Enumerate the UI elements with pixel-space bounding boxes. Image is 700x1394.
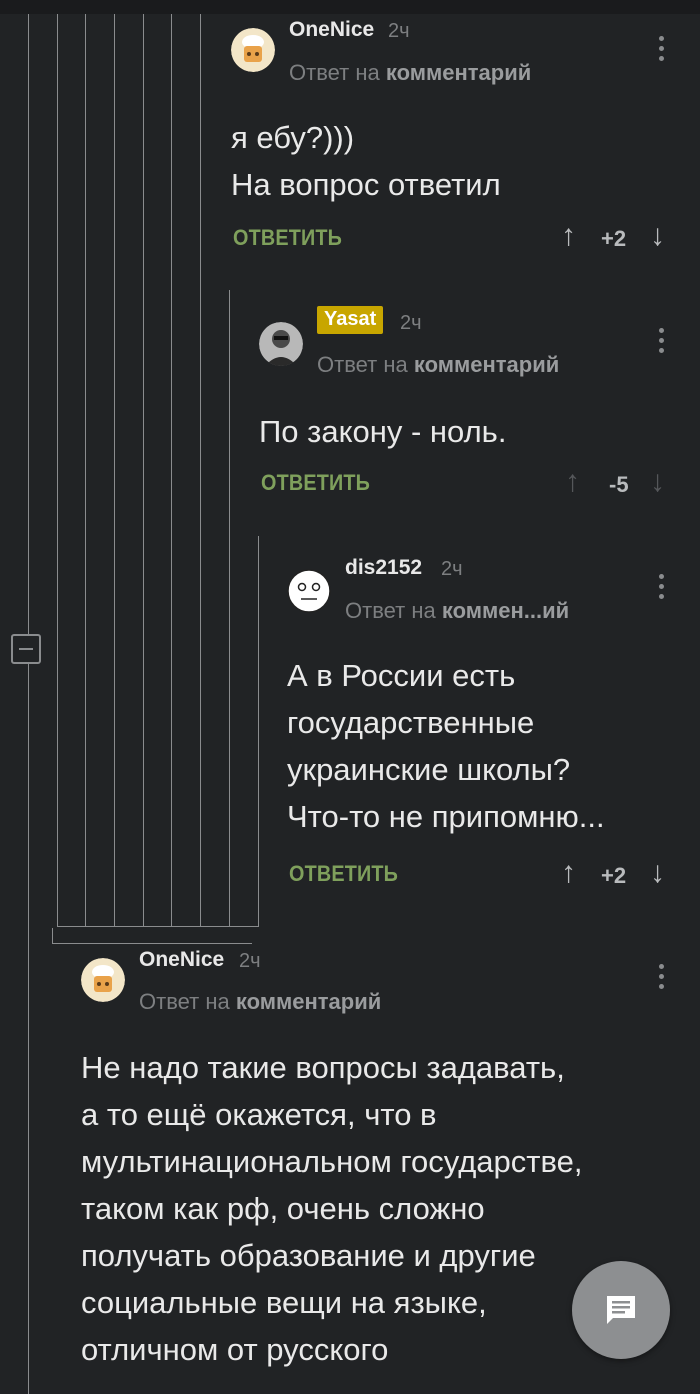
username[interactable]: dis2152 — [345, 556, 422, 580]
more-vertical-icon[interactable] — [658, 574, 664, 602]
comment-icon — [607, 1296, 635, 1324]
comment-time: 2ч — [388, 20, 410, 42]
reply-to-link[interactable]: Ответ на коммен...ий — [345, 598, 569, 624]
arrow-down-icon[interactable]: ↓ — [650, 858, 665, 888]
portrait-avatar[interactable] — [259, 322, 303, 366]
reply-button[interactable]: ОТВЕТИТЬ — [233, 225, 342, 251]
comment: dis2152 2ч Ответ на коммен...ий А в Росс… — [287, 536, 691, 906]
comment-text: я ебу?))) На вопрос ответил — [231, 120, 501, 202]
rating: +2 — [601, 226, 627, 251]
comment: OneNice 2ч Ответ на комментарий я ебу?))… — [231, 14, 691, 274]
reply-to-link[interactable]: Ответ на комментарий — [317, 352, 559, 378]
comment-text: Не надо такие вопросы задавать, а то ещё… — [81, 1050, 583, 1367]
reply-to-link[interactable]: Ответ на комментарий — [139, 989, 381, 1015]
cook-avatar[interactable] — [81, 958, 125, 1002]
more-vertical-icon[interactable] — [658, 328, 664, 356]
comment: Yasat 2ч Ответ на комментарий По закону … — [259, 290, 691, 520]
cook-avatar[interactable] — [231, 28, 275, 72]
arrow-up-icon[interactable]: ↑ — [565, 467, 580, 497]
username[interactable]: Yasat — [317, 306, 384, 334]
arrow-up-icon[interactable]: ↑ — [561, 858, 576, 888]
more-vertical-icon[interactable] — [658, 964, 664, 992]
reply-button[interactable]: ОТВЕТИТЬ — [289, 861, 398, 887]
username[interactable]: OneNice — [289, 18, 374, 42]
reply-button[interactable]: ОТВЕТИТЬ — [261, 470, 370, 496]
collapse-thread-button[interactable] — [11, 634, 41, 664]
rating: +2 — [601, 863, 627, 888]
more-vertical-icon[interactable] — [658, 36, 664, 64]
arrow-down-icon[interactable]: ↓ — [650, 467, 665, 497]
reply-to-link[interactable]: Ответ на комментарий — [289, 60, 531, 86]
comment-text: По закону - ноль. — [259, 414, 507, 449]
collapse-thread-icon — [19, 648, 33, 650]
username[interactable]: OneNice — [139, 948, 224, 972]
status-strip — [0, 0, 700, 14]
comment-time: 2ч — [239, 950, 261, 972]
comment-time: 2ч — [400, 312, 422, 334]
comment-time: 2ч — [441, 558, 463, 580]
new-comment-button[interactable] — [572, 1261, 670, 1359]
comment-text: А в России есть государственные украинск… — [287, 658, 605, 834]
rating: -5 — [609, 472, 629, 497]
arrow-up-icon[interactable]: ↑ — [561, 221, 576, 251]
poker-face-avatar[interactable] — [287, 569, 331, 613]
arrow-down-icon[interactable]: ↓ — [650, 221, 665, 251]
